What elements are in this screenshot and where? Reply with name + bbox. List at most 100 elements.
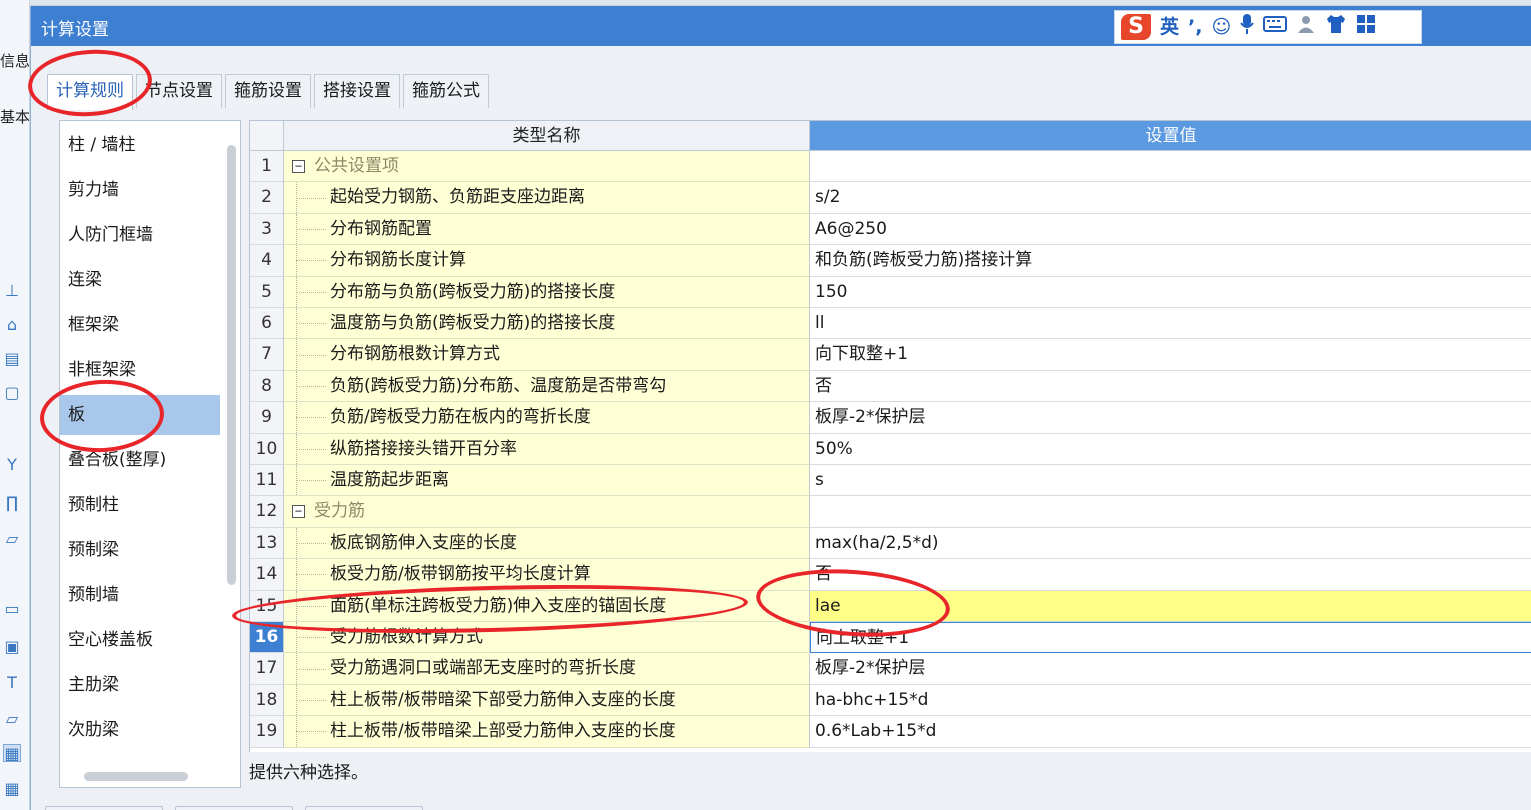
row-type-name-cell[interactable]: 温度筋起步距离: [284, 465, 810, 497]
table-row[interactable]: 19 柱上板带/板带暗梁上部受力筋伸入支座的长度 0.6*Lab+15*d: [250, 716, 1531, 748]
row-type-name-cell[interactable]: 起始受力钢筋、负筋距支座边距离: [284, 182, 810, 214]
building-icon[interactable]: ⊥: [3, 282, 21, 300]
row-type-name-cell[interactable]: 板底钢筋伸入支座的长度: [284, 527, 810, 560]
footer-button-1[interactable]: [45, 806, 163, 810]
row-type-name-cell[interactable]: 分布钢筋配置: [284, 213, 810, 246]
row-setting-value[interactable]: 50%: [810, 433, 1531, 465]
category-frame-beam[interactable]: 框架梁: [60, 305, 220, 345]
category-precast-column[interactable]: 预制柱: [60, 485, 220, 525]
category-non-frame-beam[interactable]: 非框架梁: [60, 350, 220, 390]
row-setting-value[interactable]: lae: [810, 590, 1531, 622]
row-setting-value[interactable]: 否: [810, 559, 1531, 591]
tab-stirrup-formula[interactable]: 箍筋公式: [403, 74, 489, 108]
footer-button-2[interactable]: [175, 806, 293, 810]
row-number[interactable]: 14: [250, 559, 284, 591]
tab-calc-rules[interactable]: 计算规则: [47, 74, 133, 110]
row-type-name-cell[interactable]: 柱上板带/板带暗梁上部受力筋伸入支座的长度: [284, 716, 810, 748]
row-setting-value[interactable]: max(ha/2,5*d): [810, 527, 1531, 560]
row-type-name-cell[interactable]: 柱上板带/板带暗梁下部受力筋伸入支座的长度: [284, 684, 810, 717]
emoji-icon[interactable]: ☺: [1211, 14, 1231, 40]
category-column[interactable]: 柱 / 墙柱: [60, 125, 220, 165]
row-number[interactable]: 12: [250, 496, 284, 528]
tab-stirrup-settings[interactable]: 箍筋设置: [225, 74, 311, 108]
table-row[interactable]: 13 板底钢筋伸入支座的长度 max(ha/2,5*d): [250, 527, 1531, 560]
table-row[interactable]: 16 受力筋根数计算方式 向上取整+1: [250, 622, 1531, 654]
table-row[interactable]: 9 负筋/跨板受力筋在板内的弯折长度 板厚-2*保护层: [250, 402, 1531, 434]
category-main-rib-beam[interactable]: 主肋梁: [60, 665, 220, 705]
row-setting-value[interactable]: 向上取整+1: [810, 622, 1531, 654]
board-icon[interactable]: T: [3, 674, 21, 692]
collapse-icon[interactable]: −: [292, 160, 305, 173]
row-setting-value[interactable]: s/2: [810, 182, 1531, 214]
arch-icon[interactable]: ∏: [3, 494, 21, 512]
row-setting-value[interactable]: 板厚-2*保护层: [810, 653, 1531, 685]
row-type-name-cell[interactable]: 纵筋搭接接头错开百分率: [284, 433, 810, 465]
tab-node-settings[interactable]: 节点设置: [136, 74, 222, 108]
row-setting-value[interactable]: ll: [810, 308, 1531, 340]
row-setting-value[interactable]: [810, 496, 1531, 528]
category-secondary-rib-beam[interactable]: 次肋梁: [60, 710, 220, 750]
grid-slab-alt-icon[interactable]: ▦: [3, 780, 21, 798]
row-setting-value[interactable]: [810, 151, 1531, 183]
row-type-name-cell[interactable]: 板受力筋/板带钢筋按平均长度计算: [284, 559, 810, 591]
beam-icon[interactable]: ▭: [3, 600, 21, 618]
table-row[interactable]: 6 温度筋与负筋(跨板受力筋)的搭接长度 ll: [250, 308, 1531, 340]
table-row[interactable]: 14 板受力筋/板带钢筋按平均长度计算 否: [250, 559, 1531, 591]
punctuation-icon[interactable]: ’,: [1188, 14, 1202, 40]
row-setting-value[interactable]: 向下取整+1: [810, 339, 1531, 371]
row-type-name-cell[interactable]: 分布筋与负筋(跨板受力筋)的搭接长度: [284, 276, 810, 308]
table-row[interactable]: 3 分布钢筋配置 A6@250: [250, 213, 1531, 246]
row-setting-value[interactable]: 150: [810, 276, 1531, 308]
row-number[interactable]: 13: [250, 527, 284, 560]
row-number[interactable]: 9: [250, 402, 284, 434]
user-icon[interactable]: [1296, 14, 1316, 41]
table-row[interactable]: 18 柱上板带/板带暗梁下部受力筋伸入支座的长度 ha-bhc+15*d: [250, 684, 1531, 717]
row-setting-value[interactable]: A6@250: [810, 213, 1531, 246]
row-type-name-cell[interactable]: 负筋/跨板受力筋在板内的弯折长度: [284, 402, 810, 434]
row-number[interactable]: 6: [250, 308, 284, 340]
row-number[interactable]: 3: [250, 213, 284, 246]
grid-icon[interactable]: [1356, 14, 1376, 41]
row-number[interactable]: 7: [250, 339, 284, 371]
row-number[interactable]: 11: [250, 465, 284, 497]
category-civil-defense-door-wall[interactable]: 人防门框墙: [60, 215, 220, 255]
category-precast-wall[interactable]: 预制墙: [60, 575, 220, 615]
row-number[interactable]: 16: [250, 622, 284, 654]
row-type-name-cell[interactable]: 面筋(单标注跨板受力筋)伸入支座的锚固长度: [284, 590, 810, 622]
table-row[interactable]: 8 负筋(跨板受力筋)分布筋、温度筋是否带弯勾 否: [250, 370, 1531, 403]
column-header-type-name[interactable]: 类型名称: [284, 121, 810, 151]
table-row[interactable]: 15 面筋(单标注跨板受力筋)伸入支座的锚固长度 lae: [250, 590, 1531, 622]
keyboard-icon[interactable]: [1263, 14, 1288, 40]
category-composite-slab[interactable]: 叠合板(整厚): [60, 440, 220, 480]
ime-language-toggle[interactable]: 英: [1160, 14, 1179, 40]
frame-icon[interactable]: ▢: [3, 384, 21, 402]
row-number[interactable]: 5: [250, 276, 284, 308]
row-number[interactable]: 10: [250, 433, 284, 465]
row-type-name-cell[interactable]: 分布钢筋根数计算方式: [284, 339, 810, 371]
row-number[interactable]: 4: [250, 245, 284, 277]
row-setting-value[interactable]: s: [810, 465, 1531, 497]
grid-group-row[interactable]: 1− 公共设置项: [250, 151, 1531, 183]
wall-icon[interactable]: ▤: [3, 350, 21, 368]
table-row[interactable]: 7 分布钢筋根数计算方式 向下取整+1: [250, 339, 1531, 371]
sogou-logo-icon[interactable]: S: [1121, 14, 1151, 40]
row-type-name-cell[interactable]: − 公共设置项: [284, 151, 810, 183]
slab-icon[interactable]: ▱: [3, 530, 21, 548]
row-type-name-cell[interactable]: − 受力筋: [284, 496, 810, 528]
row-setting-value[interactable]: 否: [810, 370, 1531, 403]
row-number[interactable]: 8: [250, 370, 284, 403]
home-icon[interactable]: ⌂: [3, 316, 21, 334]
row-number[interactable]: 18: [250, 684, 284, 717]
row-type-name-cell[interactable]: 温度筋与负筋(跨板受力筋)的搭接长度: [284, 308, 810, 340]
row-setting-value[interactable]: ha-bhc+15*d: [810, 684, 1531, 717]
category-coupling-beam[interactable]: 连梁: [60, 260, 220, 300]
row-number[interactable]: 1: [250, 151, 284, 183]
table-row[interactable]: 5 分布筋与负筋(跨板受力筋)的搭接长度 150: [250, 276, 1531, 308]
microphone-icon[interactable]: [1240, 13, 1255, 42]
skin-icon[interactable]: [1325, 14, 1347, 41]
row-type-name-cell[interactable]: 受力筋根数计算方式: [284, 622, 810, 654]
table-row[interactable]: 4 分布钢筋长度计算 和负筋(跨板受力筋)搭接计算: [250, 245, 1531, 277]
row-setting-value[interactable]: 和负筋(跨板受力筋)搭接计算: [810, 245, 1531, 277]
grid-slab-icon[interactable]: ▦: [3, 744, 21, 763]
row-number[interactable]: 17: [250, 653, 284, 685]
